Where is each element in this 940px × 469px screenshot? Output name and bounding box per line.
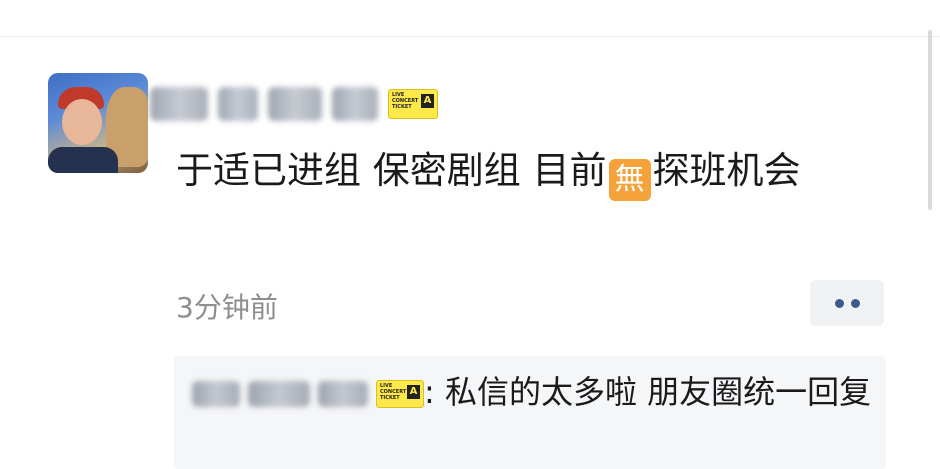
- top-divider: [0, 36, 940, 37]
- blurred-name-segment: [218, 87, 258, 121]
- post-timestamp: 3分钟前: [176, 291, 278, 324]
- more-dots-icon: [850, 298, 860, 308]
- more-actions-button[interactable]: [810, 280, 884, 326]
- badge-line: TICKET: [380, 395, 400, 401]
- post-text-part: 于适已进组 保密剧组 目前: [176, 149, 607, 192]
- avatar-face-figure: [62, 99, 102, 145]
- author-name-row[interactable]: LIVE CONCERT TICKET A: [150, 82, 438, 126]
- blurred-name-segment: [150, 87, 208, 121]
- post-content: 于适已进组 保密剧组 目前無探班机会: [176, 146, 896, 201]
- comment-item[interactable]: LIVE CONCERT TICKET A: 私信的太多啦 朋友圈统一回复: [192, 368, 872, 416]
- badge-letter: A: [407, 385, 420, 399]
- concert-ticket-badge-icon: LIVE CONCERT TICKET A: [376, 380, 424, 408]
- author-avatar[interactable]: [48, 73, 148, 173]
- comment-separator: :: [424, 373, 435, 411]
- blurred-name-segment: [332, 87, 378, 121]
- concert-ticket-badge-icon: LIVE CONCERT TICKET A: [388, 89, 438, 119]
- blurred-name-segment: [268, 87, 322, 121]
- blurred-name-segment: [318, 381, 368, 407]
- no-emoji-icon: 無: [608, 159, 651, 201]
- badge-line: TICKET: [392, 104, 412, 110]
- blurred-name-segment: [192, 381, 240, 407]
- commenter-name[interactable]: LIVE CONCERT TICKET A: [192, 380, 424, 408]
- badge-letter: A: [421, 94, 434, 108]
- more-dots-icon: [834, 298, 844, 308]
- blurred-name-segment: [248, 381, 310, 407]
- post-text-part: 探班机会: [652, 149, 801, 192]
- comment-text: 私信的太多啦 朋友圈统一回复: [444, 373, 872, 411]
- avatar-shirt-figure: [48, 147, 118, 173]
- comment-section: LIVE CONCERT TICKET A: 私信的太多啦 朋友圈统一回复: [174, 356, 886, 469]
- scrollbar[interactable]: [928, 30, 932, 210]
